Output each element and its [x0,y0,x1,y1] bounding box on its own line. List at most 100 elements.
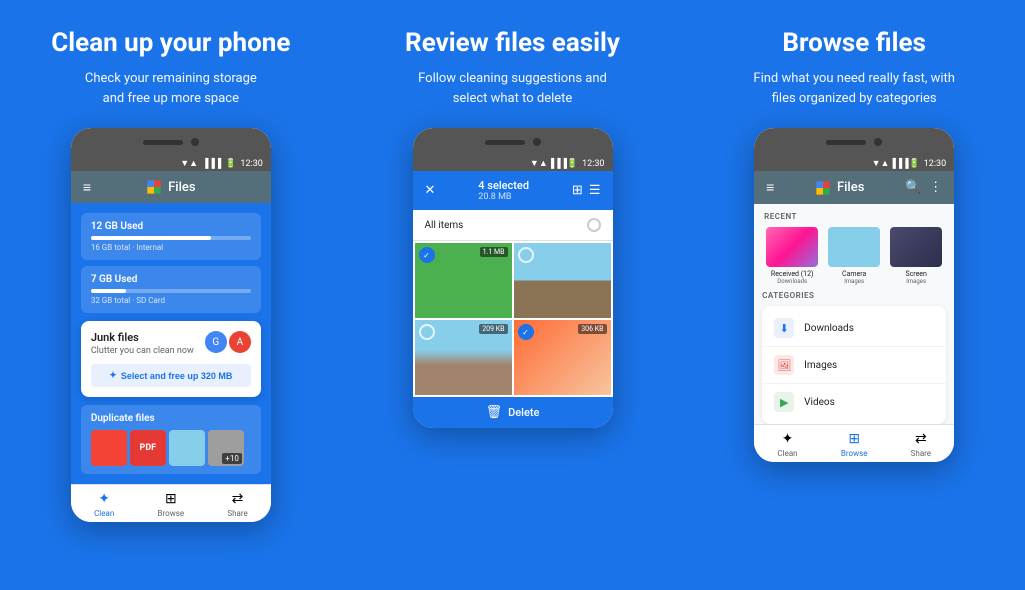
images-label: Images [804,360,837,371]
recent-label: RECENT [764,212,944,221]
p3-browse-nav-label: Browse [841,449,868,458]
cat-downloads[interactable]: ⬇ Downloads [762,310,946,347]
clean-nav-label: Clean [94,509,114,518]
storage2-label: 7 GB Used [91,274,251,285]
p3-files-logo-text: Files [837,180,864,195]
phone2-speaker [485,140,525,145]
delete-bar[interactable]: 🗑 Delete [413,397,613,428]
check-empty-3 [419,324,435,340]
image-grid: ✓ 1.1 MB 209 KB ✓ 306 KB [413,241,613,397]
recent-item-3-sub: Images [906,278,926,285]
downloads-label: Downloads [804,323,854,334]
junk-subtitle: Clutter you can clean now [91,346,194,356]
dup-count: +10 [222,453,242,464]
downloads-icon: ⬇ [774,318,794,338]
duplicate-section: Duplicate files PDF +10 [81,405,261,474]
p3-nav-right: 🔍 ⋮ [905,180,942,195]
files-logo-text: Files [168,180,195,195]
categories-label-container: CATEGORIES [754,291,954,306]
p2-status-icons: ▼▲▐▐▐🔋 [530,158,578,169]
browse-nav-label: Browse [158,509,185,518]
phone1-bottom-nav: ✦ Clean ⊞ Browse ⇄ Share [71,484,271,522]
img1-size: 1.1 MB [480,247,508,257]
sort-icon: ☰ [589,183,601,198]
storage-card-1: 12 GB Used 16 GB total · Internal [81,213,261,260]
nav-browse[interactable]: ⊞ Browse [138,491,205,518]
select-free-button[interactable]: ✦ Select and free up 320 MB [91,364,251,387]
browse-nav-icon: ⊞ [165,491,177,507]
p3-share-nav-label: Share [911,449,931,458]
panel-review: Review files easily Follow cleaning sugg… [342,0,684,590]
phone1-content: 12 GB Used 16 GB total · Internal 7 GB U… [71,203,271,484]
phone3-speaker [826,140,866,145]
phone1-top [71,128,271,156]
files-logo-icon [146,179,162,195]
phone2-top [413,128,613,156]
recent-item-1: Received (12) Downloads [764,227,820,285]
recent-row: Received (12) Downloads Camera Images Sc… [764,227,944,285]
p3-files-logo: Files [815,180,864,196]
files-logo: Files [146,179,195,195]
p3-nav-clean[interactable]: ✦ Clean [754,431,821,458]
recent-item-1-name: Received (12) [771,270,814,278]
dup-images: PDF +10 [91,430,251,466]
p3-browse-nav-icon: ⊞ [848,431,860,447]
grid-icon: ⊞ [572,183,583,198]
recent-item-2: Camera Images [826,227,882,285]
clean-nav-icon: ✦ [98,491,110,507]
grid-img-3: 209 KB [415,320,512,395]
phone3-bottom-nav: ✦ Clean ⊞ Browse ⇄ Share [754,424,954,462]
sparkle-icon: ✦ [109,370,117,381]
phone1: ▼▲ ▐▐▐ 🔋 12:30 ≡ Files 12 GB Used [71,128,271,522]
videos-icon: ▶ [774,392,794,412]
p3-nav-share[interactable]: ⇄ Share [888,431,955,458]
p3-clean-nav-icon: ✦ [782,431,794,447]
panel3-title: Browse files [782,28,926,59]
grid-img-1: ✓ 1.1 MB [415,243,512,318]
cat-images[interactable]: 🖼 Images [762,347,946,384]
check-4: ✓ [518,324,534,340]
img3-size: 306 KB [578,324,606,334]
nav-share[interactable]: ⇄ Share [204,491,271,518]
panel-browse: Browse files Find what you need really f… [683,0,1025,590]
phone1-statusbar: ▼▲ ▐▐▐ 🔋 12:30 [71,156,271,171]
img2-size: 209 KB [479,324,507,334]
storage-card-2: 7 GB Used 32 GB total · SD Card [81,266,261,313]
phone2-statusbar: ▼▲▐▐▐🔋 12:30 [413,156,613,171]
phone3-top [754,128,954,156]
p3-hamburger-icon: ≡ [766,179,774,196]
recent-section: RECENT Received (12) Downloads Camera Im… [754,204,954,291]
panel1-title: Clean up your phone [51,28,290,59]
recent-item-1-sub: Downloads [777,278,807,285]
recent-thumb-2 [828,227,880,267]
dup-img-2: PDF [130,430,166,466]
storage2-bar-bg [91,289,251,293]
signal-icon: ▐▐▐ [202,158,221,169]
dup-img-4: +10 [208,430,244,466]
all-items-bar: All items [413,210,613,241]
phone1-camera [191,138,199,146]
select-free-label: Select and free up 320 MB [121,371,233,381]
phone3-camera [874,138,882,146]
dup-img-1 [91,430,127,466]
panel2-subtitle: Follow cleaning suggestions andselect wh… [418,69,607,108]
junk-icon-2: A [229,331,251,353]
close-icon: ✕ [425,183,436,198]
delete-icon: 🗑 [486,405,503,420]
storage1-bar-bg [91,236,251,240]
phone3-content: RECENT Received (12) Downloads Camera Im… [754,204,954,424]
phone1-navbar: ≡ Files [71,171,271,203]
recent-thumb-1 [766,227,818,267]
search-icon[interactable]: 🔍 [905,180,921,195]
storage1-bar-fill [91,236,211,240]
more-icon[interactable]: ⋮ [929,180,942,195]
status-icons: ▼▲ [180,158,198,169]
view-icons: ⊞ ☰ [572,183,601,198]
nav-clean[interactable]: ✦ Clean [71,491,138,518]
junk-title: Junk files [91,331,194,344]
cat-videos[interactable]: ▶ Videos [762,384,946,420]
check-empty-2 [518,247,534,263]
junk-icons: G A [205,331,251,353]
p3-nav-browse[interactable]: ⊞ Browse [821,431,888,458]
grid-img-2 [514,243,611,318]
